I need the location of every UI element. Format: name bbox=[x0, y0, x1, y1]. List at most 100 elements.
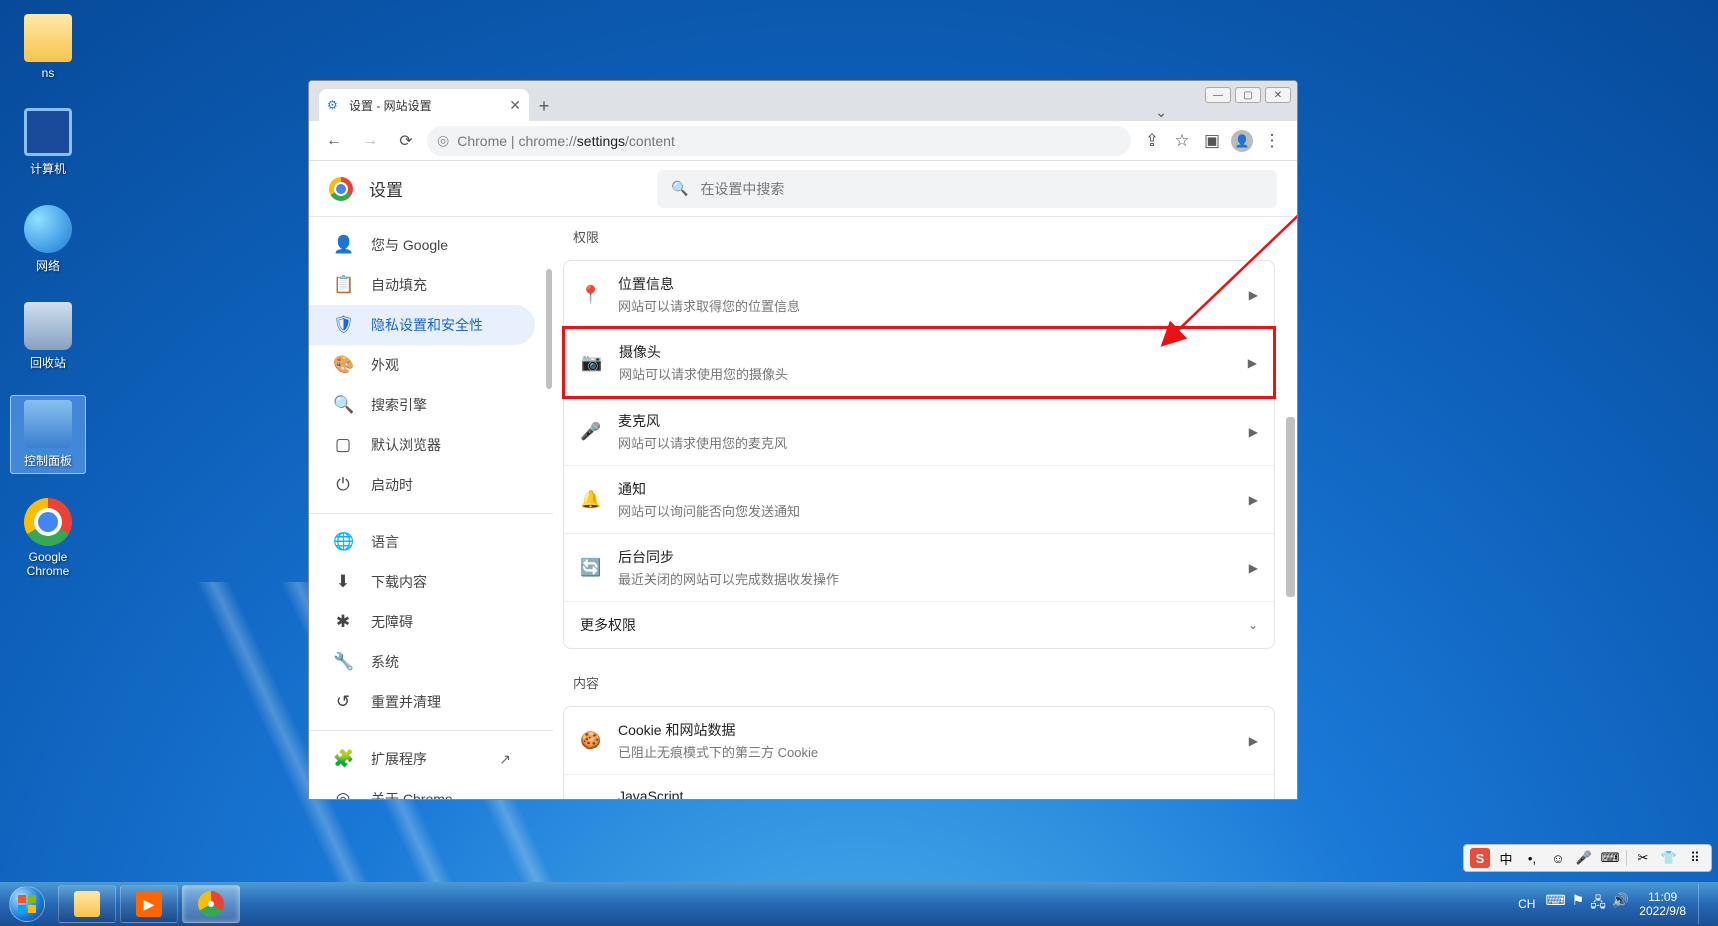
sidebar-item-search-engine[interactable]: 🔍搜索引擎 bbox=[309, 385, 535, 425]
desktop-icon-controlpanel[interactable]: 控制面板 bbox=[10, 395, 86, 474]
browser-tab[interactable]: ⚙ 设置 - 网站设置 ✕ bbox=[319, 89, 529, 121]
bell-icon: 🔔 bbox=[580, 490, 602, 510]
download-icon: ⬇ bbox=[333, 572, 353, 592]
chevron-right-icon: ▶ bbox=[1249, 561, 1258, 575]
start-button[interactable] bbox=[0, 882, 54, 926]
ime-float-bar[interactable]: S 中 •, ☺ 🎤 ⌨ ✂ 👕 ⠿ bbox=[1463, 844, 1712, 872]
taskbar: ▶ CH ⌨ ⚑ 🖧 🔊 11:09 2022/9/8 bbox=[0, 882, 1718, 926]
tray-language[interactable]: CH bbox=[1518, 897, 1535, 911]
content-row-cookies[interactable]: 🍪 Cookie 和网站数据已阻止无痕模式下的第三方 Cookie ▶ bbox=[564, 707, 1274, 774]
permission-row-background-sync[interactable]: 🔄 后台同步最近关闭的网站可以完成数据收发操作 ▶ bbox=[564, 533, 1274, 601]
ime-skin-button[interactable]: 👕 bbox=[1659, 848, 1679, 868]
extension-icon: 🧩 bbox=[333, 749, 353, 769]
sidebar-item-default-browser[interactable]: ▢默认浏览器 bbox=[309, 425, 535, 465]
tray-keyboard-icon[interactable]: ⌨ bbox=[1545, 892, 1565, 916]
chrome-logo-icon bbox=[329, 177, 353, 201]
chrome-page-icon: ◎ bbox=[437, 132, 449, 149]
sidebar-item-about[interactable]: ◎关于 Chrome bbox=[309, 779, 535, 799]
desktop-icon-computer[interactable]: 计算机 bbox=[10, 104, 86, 181]
profile-button[interactable]: 👤 bbox=[1227, 126, 1257, 156]
accessibility-icon: ✱ bbox=[333, 612, 353, 632]
code-icon: <> bbox=[580, 797, 602, 800]
sidebar: 👤您与 Google 📋自动填充 🛡隐私设置和安全性 🎨外观 🔍搜索引擎 ▢默认… bbox=[309, 217, 553, 799]
desktop-icon-label: Google Chrome bbox=[12, 550, 84, 578]
chevron-down-icon: ⌄ bbox=[1248, 618, 1258, 632]
desktop-icon-chrome[interactable]: Google Chrome bbox=[10, 494, 86, 582]
sidebar-item-appearance[interactable]: 🎨外观 bbox=[309, 345, 535, 385]
search-input[interactable]: 🔍 在设置中搜索 bbox=[657, 170, 1277, 208]
sidebar-item-autofill[interactable]: 📋自动填充 bbox=[309, 265, 535, 305]
share-button[interactable]: ⇪ bbox=[1137, 126, 1167, 156]
sidebar-separator bbox=[309, 513, 553, 514]
section-permissions-label: 权限 bbox=[563, 221, 1275, 260]
ime-clip-button[interactable]: ✂ bbox=[1633, 848, 1653, 868]
ime-grip-icon[interactable]: ⠿ bbox=[1685, 848, 1705, 868]
cookie-icon: 🍪 bbox=[580, 731, 602, 751]
ime-lang-button[interactable]: 中 bbox=[1496, 848, 1516, 868]
sidebar-item-system[interactable]: 🔧系统 bbox=[309, 642, 535, 682]
microphone-icon: 🎤 bbox=[580, 422, 602, 442]
search-icon: 🔍 bbox=[671, 180, 688, 197]
permission-row-location[interactable]: 📍 位置信息网站可以请求取得您的位置信息 ▶ bbox=[564, 261, 1274, 328]
tray-network-icon[interactable]: 🖧 bbox=[1590, 892, 1606, 916]
sidebar-item-downloads[interactable]: ⬇下载内容 bbox=[309, 562, 535, 602]
desktop-icon-label: ns bbox=[12, 66, 84, 80]
tray-volume-icon[interactable]: 🔊 bbox=[1612, 892, 1629, 916]
reload-button[interactable]: ⟳ bbox=[391, 126, 421, 156]
sidebar-item-languages[interactable]: 🌐语言 bbox=[309, 522, 535, 562]
address-bar[interactable]: ◎ Chrome | chrome://settings/content bbox=[427, 126, 1131, 156]
task-chrome[interactable] bbox=[182, 885, 240, 923]
desktop-icon-recyclebin[interactable]: 回收站 bbox=[10, 298, 86, 375]
ime-emoji-button[interactable]: ☺ bbox=[1548, 848, 1568, 868]
ime-voice-button[interactable]: 🎤 bbox=[1574, 848, 1594, 868]
sidebar-item-privacy[interactable]: 🛡隐私设置和安全性 bbox=[309, 305, 535, 345]
gear-icon: ⚙ bbox=[327, 98, 341, 112]
menu-button[interactable]: ⋮ bbox=[1257, 126, 1287, 156]
permission-row-more[interactable]: 更多权限 ⌄ bbox=[564, 601, 1274, 648]
tray-date: 2022/9/8 bbox=[1639, 904, 1686, 918]
desktop-icon-network[interactable]: 网络 bbox=[10, 201, 86, 278]
permission-row-microphone[interactable]: 🎤 麦克风网站可以请求使用您的麦克风 ▶ bbox=[564, 397, 1274, 465]
sidebar-item-reset[interactable]: ↺重置并清理 bbox=[309, 682, 535, 722]
sidebar-item-onstartup[interactable]: ⏻启动时 bbox=[309, 465, 535, 505]
tray-flag-icon[interactable]: ⚑ bbox=[1572, 892, 1585, 916]
external-link-icon: ↗ bbox=[499, 751, 511, 768]
desktop-icons-area: ns 计算机 网络 回收站 控制面板 Google Chrome bbox=[10, 10, 86, 582]
sidebar-item-you-and-google[interactable]: 👤您与 Google bbox=[309, 225, 535, 265]
ime-punct-button[interactable]: •, bbox=[1522, 848, 1542, 868]
forward-button[interactable]: → bbox=[355, 126, 385, 156]
ime-keyboard-button[interactable]: ⌨ bbox=[1600, 848, 1620, 868]
sidebar-item-extensions[interactable]: 🧩扩展程序↗ bbox=[309, 739, 535, 779]
location-icon: 📍 bbox=[580, 285, 602, 305]
task-media-player[interactable]: ▶ bbox=[120, 885, 178, 923]
wrench-icon: 🔧 bbox=[333, 652, 353, 672]
show-desktop-button[interactable] bbox=[1698, 884, 1712, 924]
close-tab-button[interactable]: ✕ bbox=[509, 97, 521, 114]
page-title: 设置 bbox=[369, 176, 403, 201]
autofill-icon: 📋 bbox=[333, 275, 353, 295]
palette-icon: 🎨 bbox=[333, 355, 353, 375]
content-card: 🍪 Cookie 和网站数据已阻止无痕模式下的第三方 Cookie ▶ <> J… bbox=[563, 706, 1275, 799]
content-row-javascript[interactable]: <> JavaScript网站可以使用 JavaScript ▶ bbox=[564, 774, 1274, 799]
maximize-button[interactable]: ▢ bbox=[1235, 87, 1261, 103]
tray-clock[interactable]: 11:09 2022/9/8 bbox=[1639, 890, 1686, 919]
bookmark-button[interactable]: ☆ bbox=[1167, 126, 1197, 156]
desktop-icon-label: 计算机 bbox=[12, 160, 84, 177]
chevron-right-icon: ▶ bbox=[1249, 493, 1258, 507]
browser-icon: ▢ bbox=[333, 435, 353, 455]
permission-row-notifications[interactable]: 🔔 通知网站可以询问能否向您发送通知 ▶ bbox=[564, 465, 1274, 533]
task-explorer[interactable] bbox=[58, 885, 116, 923]
sidebar-item-accessibility[interactable]: ✱无障碍 bbox=[309, 602, 535, 642]
permission-row-camera[interactable]: 📷 摄像头网站可以请求使用您的摄像头 ▶ bbox=[562, 326, 1276, 399]
search-placeholder: 在设置中搜索 bbox=[700, 179, 784, 199]
back-button[interactable]: ← bbox=[319, 126, 349, 156]
desktop-icon-ns[interactable]: ns bbox=[10, 10, 86, 84]
tab-search-button[interactable]: ⌄ bbox=[1145, 104, 1177, 121]
close-window-button[interactable]: ✕ bbox=[1265, 87, 1291, 103]
extensions-button[interactable]: ▣ bbox=[1197, 126, 1227, 156]
minimize-button[interactable]: — bbox=[1205, 87, 1231, 103]
settings-body: 👤您与 Google 📋自动填充 🛡隐私设置和安全性 🎨外观 🔍搜索引擎 ▢默认… bbox=[309, 217, 1297, 799]
ime-brand-icon[interactable]: S bbox=[1470, 848, 1490, 868]
url-text: Chrome | chrome://settings/content bbox=[457, 133, 675, 149]
new-tab-button[interactable]: + bbox=[529, 91, 559, 121]
